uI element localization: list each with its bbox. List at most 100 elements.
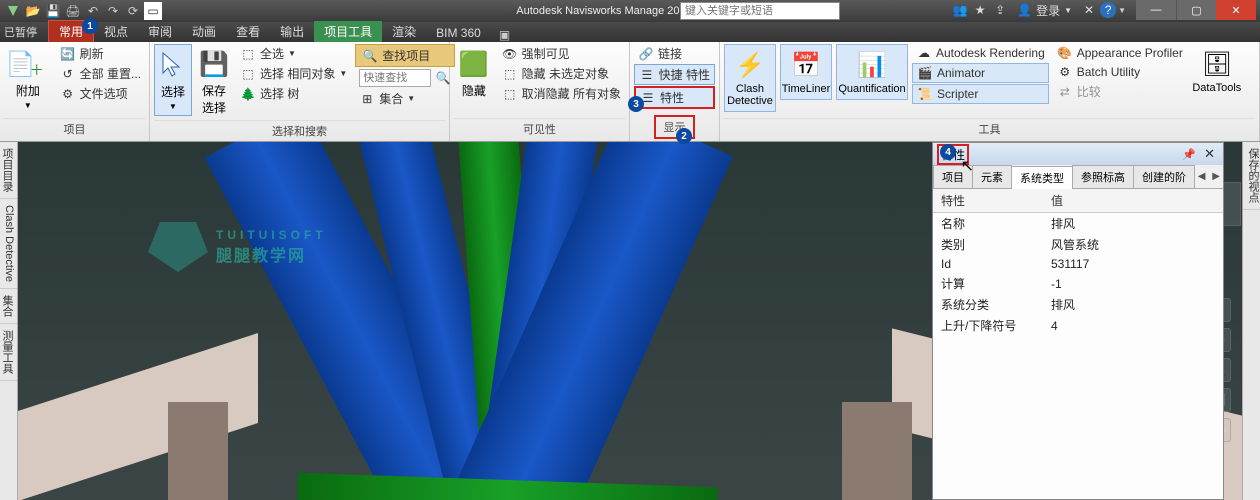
redo-icon[interactable]: ↷ <box>104 2 122 20</box>
property-row[interactable]: 上升/下降符号4 <box>933 315 1223 336</box>
ribbon-tab-output[interactable]: 输出 <box>270 21 314 42</box>
sets-button[interactable]: ⊞集合▼ <box>355 89 455 108</box>
infocenter-icon[interactable]: 👥 <box>951 1 969 19</box>
file-options-button[interactable]: ⚙文件选项 <box>56 84 145 103</box>
keyword-search-input[interactable] <box>680 2 840 20</box>
refresh-button[interactable]: 🔄刷新 <box>56 44 145 63</box>
col-value: 值 <box>1043 189 1223 213</box>
select-same-button[interactable]: ⬚选择 相同对象▼ <box>236 64 351 83</box>
3d-viewport[interactable]: TUITUISOFT 腿腿教学网 ◎ ✋ 🔍 🔄 👁 特性 📌 ✕ 项目 元素 … <box>18 142 1242 500</box>
save-icon[interactable]: 💾 <box>44 2 62 20</box>
compare-icon: ⇄ <box>1057 84 1073 100</box>
property-row[interactable]: 名称排风 <box>933 213 1223 235</box>
quick-props-button[interactable]: ☰快捷 特性 <box>634 64 715 85</box>
ribbon-tab-strip: 常用 视点 审阅 动画 查看 输出 项目工具 渲染 BIM 360 ▣ <box>0 22 1260 42</box>
ribbon-tab-review[interactable]: 审阅 <box>138 21 182 42</box>
prop-value: 排风 <box>1043 294 1223 315</box>
link-icon: 🔗 <box>638 46 654 62</box>
undo-icon[interactable]: ↶ <box>84 2 102 20</box>
datatools-button[interactable]: 🗄 DataTools <box>1191 44 1243 98</box>
attach-button[interactable]: 📄＋ 附加 ▼ <box>4 44 52 114</box>
properties-button[interactable]: ☰特性 <box>634 86 715 109</box>
prop-tab-phase[interactable]: 创建的阶 <box>1133 165 1195 188</box>
exchange-icon[interactable]: ✕ <box>1080 1 1098 19</box>
ribbon-tab-itemtools[interactable]: 项目工具 <box>314 21 382 42</box>
quantification-button[interactable]: 📊 Quantification <box>836 44 908 100</box>
unhide-all-button[interactable]: ⬚取消隐藏 所有对象 <box>498 84 625 103</box>
select-all-button[interactable]: ⬚全选▼ <box>236 44 351 63</box>
hide-unselected-button[interactable]: ⬚隐藏 未选定对象 <box>498 64 625 83</box>
print-icon[interactable]: 🖨 <box>64 2 82 20</box>
sidebar-right: 保存的视点 <box>1242 142 1260 500</box>
ribbon-help-icon[interactable]: ▣ <box>499 28 510 42</box>
close-button[interactable]: ✕ <box>1216 0 1256 20</box>
maximize-button[interactable]: ▢ <box>1176 0 1216 20</box>
prop-key: 系统分类 <box>933 294 1043 315</box>
panel-project: 📄＋ 附加 ▼ 🔄刷新 ↺全部 重置... ⚙文件选项 项目 <box>0 42 150 141</box>
reset-button[interactable]: ↺全部 重置... <box>56 64 145 83</box>
ribbon-tab-look[interactable]: 查看 <box>226 21 270 42</box>
selection-tree-button[interactable]: 🌲选择 树 <box>236 84 351 103</box>
property-row[interactable]: Id531117 <box>933 255 1223 273</box>
rendering-button[interactable]: ☁Autodesk Rendering <box>912 44 1049 62</box>
property-row[interactable]: 类别风管系统 <box>933 234 1223 255</box>
clash-detective-button[interactable]: ⚡ Clash Detective <box>724 44 776 112</box>
timeliner-button[interactable]: 📅 TimeLiner <box>780 44 832 100</box>
properties-tabs: 项目 元素 系统类型 参照标高 创建的阶 ◀ ▶ <box>933 165 1223 189</box>
attach-icon: 📄＋ <box>12 48 44 80</box>
minimize-button[interactable]: — <box>1136 0 1176 20</box>
batch-utility-button[interactable]: ⚙Batch Utility <box>1053 63 1187 81</box>
quick-find-row: 🔍 <box>355 68 455 88</box>
gear-icon: ⚙ <box>60 86 76 102</box>
close-panel-button[interactable]: ✕ <box>1200 146 1219 162</box>
prop-value: 排风 <box>1043 213 1223 235</box>
properties-header[interactable]: 特性 📌 ✕ <box>933 143 1223 165</box>
save-selection-button[interactable]: 💾 保存 选择 <box>196 44 232 120</box>
search-icon[interactable]: 🔍 <box>435 70 451 86</box>
hide-button[interactable]: 🟩 隐藏 <box>454 44 494 103</box>
refresh-icon: 🔄 <box>60 46 76 62</box>
ribbon-tab-bim360[interactable]: BIM 360 <box>426 24 491 42</box>
titlebar-right: 👥 ★ ⇪ 👤登录▼ ✕ ? ▼ — ▢ ✕ <box>951 0 1256 20</box>
select-button[interactable]: 选择▼ <box>154 44 192 116</box>
refresh-icon[interactable]: ⟳ <box>124 2 142 20</box>
property-row[interactable]: 系统分类排风 <box>933 294 1223 315</box>
geometry-column <box>168 402 228 500</box>
watermark: TUITUISOFT 腿腿教学网 <box>148 222 327 272</box>
quick-find-input[interactable] <box>359 69 431 87</box>
share-icon[interactable]: ⇪ <box>991 1 1009 19</box>
prop-tab-systemtype[interactable]: 系统类型 <box>1011 166 1073 189</box>
login-button[interactable]: 👤登录▼ <box>1011 2 1078 19</box>
ribbon-tab-render[interactable]: 渲染 <box>382 21 426 42</box>
side-tab-sets[interactable]: 集合 <box>0 289 17 324</box>
batch-icon: ⚙ <box>1057 64 1073 80</box>
side-tab-clash[interactable]: Clash Detective <box>0 199 17 289</box>
property-row[interactable]: 计算-1 <box>933 273 1223 294</box>
tab-scroll-left[interactable]: ◀ <box>1195 171 1209 182</box>
ribbon-tab-view[interactable]: 视点 <box>94 21 138 42</box>
prop-tab-reflevel[interactable]: 参照标高 <box>1072 165 1134 188</box>
prop-tab-element[interactable]: 元素 <box>972 165 1012 188</box>
tab-scroll-right[interactable]: ▶ <box>1209 171 1223 182</box>
force-visible-button[interactable]: 👁强制可见 <box>498 44 625 63</box>
star-icon[interactable]: ★ <box>971 1 989 19</box>
ribbon-tab-anim[interactable]: 动画 <box>182 21 226 42</box>
find-items-button[interactable]: 🔍查找项目 <box>355 44 455 67</box>
links-button[interactable]: 🔗链接 <box>634 44 715 63</box>
pin-icon[interactable]: 📌 <box>1178 148 1200 161</box>
app-menu-icon[interactable] <box>4 2 22 20</box>
side-tab-measure[interactable]: 测量工具 <box>0 324 17 381</box>
pointer-icon[interactable]: ▭ <box>144 2 162 20</box>
help-icon[interactable]: ? <box>1100 2 1116 18</box>
compare-button[interactable]: ⇄比较 <box>1053 82 1187 101</box>
open-icon[interactable]: 📂 <box>24 2 42 20</box>
hide-icon: 🟩 <box>458 48 490 80</box>
side-tab-tree[interactable]: 项目目录 <box>0 142 17 199</box>
scripter-button[interactable]: 📜Scripter <box>912 84 1049 104</box>
prop-tab-item[interactable]: 项目 <box>933 165 973 188</box>
animator-button[interactable]: 🎬Animator <box>912 63 1049 83</box>
side-tab-savedviews[interactable]: 保存的视点 <box>1243 142 1260 210</box>
workspace: 项目目录 Clash Detective 集合 测量工具 TUITUISOFT … <box>0 142 1260 500</box>
appearance-profiler-button[interactable]: 🎨Appearance Profiler <box>1053 44 1187 62</box>
prop-key: 名称 <box>933 213 1043 235</box>
